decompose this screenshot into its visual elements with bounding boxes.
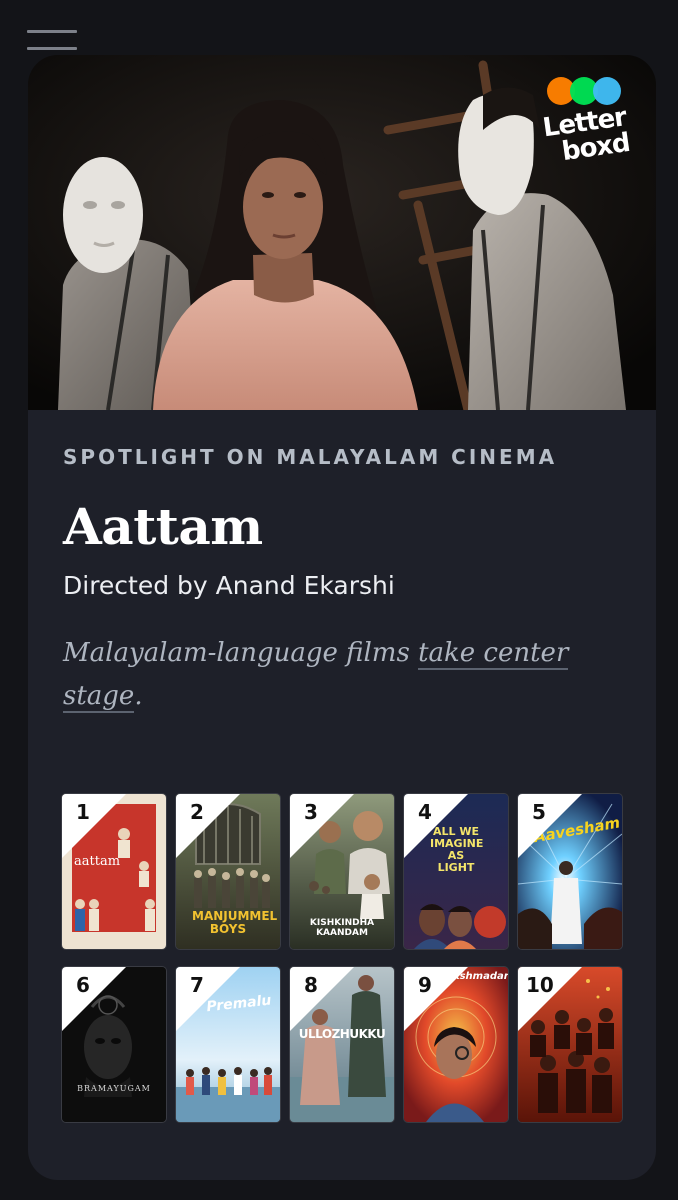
rank-number: 7: [190, 973, 204, 997]
poster-aattam[interactable]: aattam 1: [62, 794, 166, 949]
poster-film-10[interactable]: 10: [518, 967, 622, 1122]
rank-number: 5: [532, 800, 546, 824]
poster-title: BRAMAYUGAM: [77, 1084, 151, 1093]
tagline-text: Malayalam-language films: [63, 638, 419, 668]
poster-ullozhukku[interactable]: ULLOZHUKKU 8: [290, 967, 394, 1122]
logo-wordmark: Letter boxd: [540, 102, 632, 168]
rank-badge: [176, 794, 240, 858]
poster-all-we-imagine-as-light[interactable]: ALL WE IMAGINE AS LIGHT 4: [404, 794, 508, 949]
rank-badge: [290, 794, 354, 858]
feature-content: SPOTLIGHT ON MALAYALAM CINEMA Aattam Dir…: [63, 445, 623, 718]
rank-badge: [62, 794, 126, 858]
feature-tagline: Malayalam-language films take center sta…: [63, 632, 603, 718]
rank-number: 2: [190, 800, 204, 824]
rank-number: 1: [76, 800, 90, 824]
poster-premalu[interactable]: Premalu 7: [176, 967, 280, 1122]
film-director: Directed by Anand Ekarshi: [63, 571, 395, 600]
rank-number: 8: [304, 973, 318, 997]
poster-manjummel-boys[interactable]: MANJUMMEL BOYS 2: [176, 794, 280, 949]
spotlight-eyebrow: SPOTLIGHT ON MALAYALAM CINEMA: [63, 445, 558, 469]
rank-number: 9: [418, 973, 432, 997]
blue-dot: [593, 77, 621, 105]
rank-badge: [176, 967, 240, 1031]
feature-card: Letter boxd SPOTLIGHT ON MALAYALAM CINEM…: [28, 55, 656, 1180]
poster-sookshmadarshini[interactable]: Sookshmadarshini 9: [404, 967, 508, 1122]
rank-badge: [404, 794, 468, 858]
rank-badge: [518, 794, 582, 858]
letterboxd-logo[interactable]: Letter boxd: [534, 77, 634, 167]
rank-badge: [404, 967, 468, 1031]
rank-number: 10: [526, 973, 554, 997]
poster-aavesham[interactable]: Aavesham 5: [518, 794, 622, 949]
rank-number: 4: [418, 800, 432, 824]
rank-number: 6: [76, 973, 90, 997]
logo-dots: [547, 77, 621, 105]
rank-number: 3: [304, 800, 318, 824]
tagline-period: .: [134, 681, 143, 711]
film-title[interactable]: Aattam: [63, 497, 623, 556]
poster-title: MANJUMMEL BOYS: [192, 909, 278, 936]
poster-bramayugam[interactable]: BRAMAYUGAM 6: [62, 967, 166, 1122]
hamburger-menu-icon[interactable]: [27, 28, 77, 52]
poster-title: KISHKINDHA KAANDAM: [309, 918, 375, 938]
rank-badge: [62, 967, 126, 1031]
poster-kishkindha-kaandam[interactable]: KISHKINDHA KAANDAM 3: [290, 794, 394, 949]
rank-badge: [290, 967, 354, 1031]
